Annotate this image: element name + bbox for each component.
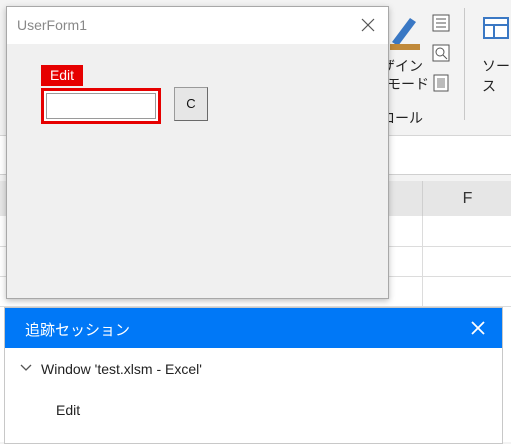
close-icon[interactable] [468, 318, 488, 338]
userform-titlebar[interactable]: UserForm1 [7, 7, 388, 44]
trace-session-panel: 追跡セッション Window 'test.xlsm - Excel' Edit [4, 307, 503, 444]
highlight-label-edit: Edit [41, 65, 83, 86]
run-dialog-icon[interactable] [432, 74, 450, 92]
ribbon-separator [464, 8, 465, 120]
tree-item-label: Edit [56, 402, 81, 418]
edit-highlight-box [41, 88, 161, 124]
tree-item-edit[interactable]: Edit [5, 396, 502, 424]
trace-session-title: 追跡セッション [25, 322, 131, 339]
trace-session-header: 追跡セッション [5, 308, 502, 348]
column-header-f[interactable]: F [422, 181, 511, 216]
tree-item-window[interactable]: Window 'test.xlsm - Excel' [5, 355, 502, 383]
properties-icon[interactable] [432, 14, 450, 32]
c-button[interactable]: C [174, 87, 208, 121]
design-mode-icon[interactable] [388, 10, 422, 50]
close-icon[interactable] [358, 15, 378, 35]
userform-window: UserForm1 Edit C [6, 6, 389, 299]
userform-title: UserForm1 [17, 17, 88, 33]
source-icon[interactable] [482, 14, 510, 42]
chevron-down-icon[interactable] [19, 361, 33, 375]
edit-textbox[interactable] [46, 93, 156, 119]
view-code-icon[interactable] [432, 44, 450, 62]
source-label[interactable]: ソース [482, 56, 511, 96]
tree-item-label: Window 'test.xlsm - Excel' [41, 361, 202, 377]
design-mode-label-2[interactable]: モード [387, 74, 429, 94]
